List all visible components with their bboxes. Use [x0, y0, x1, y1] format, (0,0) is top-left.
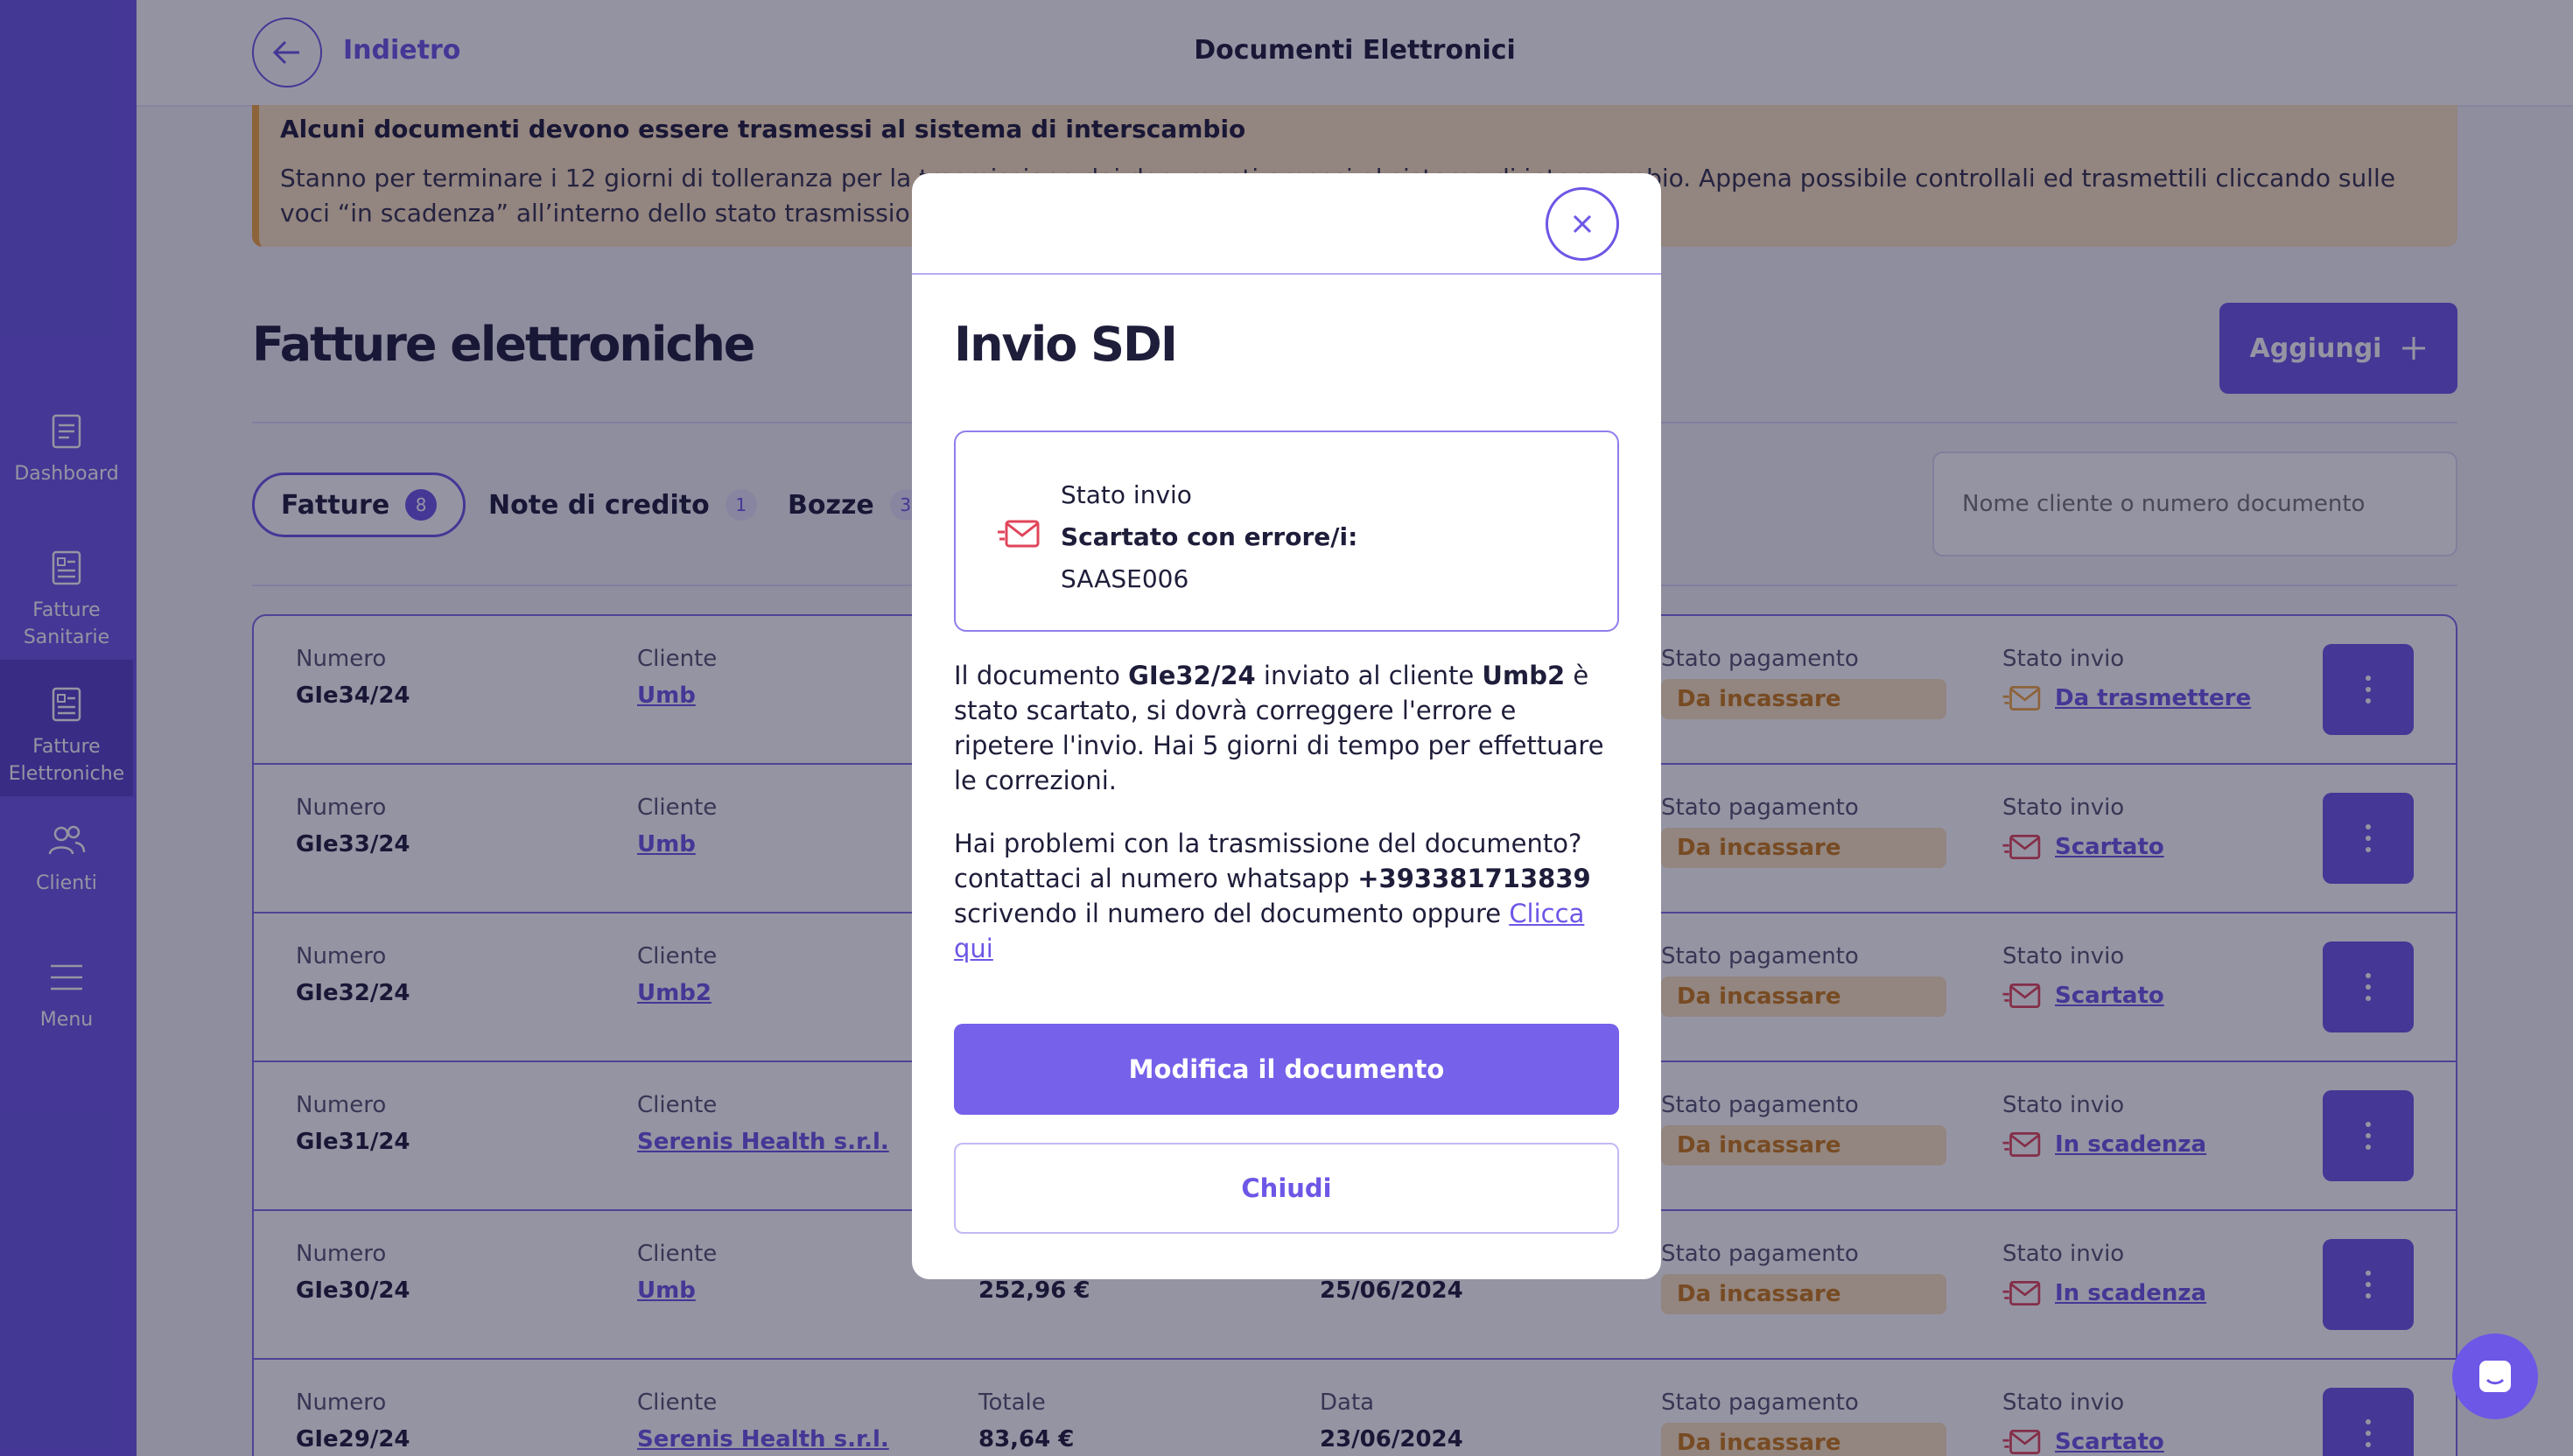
- send-status-value: Scartato con errore/i:: [1061, 522, 1358, 551]
- rejected-mail-icon: [998, 520, 1040, 548]
- close-modal-button[interactable]: Chiudi: [954, 1143, 1619, 1234]
- close-button[interactable]: [1546, 187, 1619, 261]
- close-icon: [1573, 214, 1592, 234]
- error-code: SAASE006: [1061, 564, 1189, 593]
- whatsapp-number: +393381713839: [1357, 864, 1591, 893]
- send-status-label: Stato invio: [1061, 480, 1192, 509]
- send-status-box: Stato invio Scartato con errore/i: SAASE…: [954, 430, 1619, 632]
- invio-sdi-modal: Invio SDI Stato invio Scartato con error…: [912, 173, 1661, 1279]
- modal-header: [912, 173, 1661, 275]
- rejection-message: Il documento GIe32/24 inviato al cliente…: [954, 658, 1619, 798]
- text-segment: Il documento: [954, 661, 1129, 690]
- document-number: GIe32/24: [1128, 661, 1256, 690]
- edit-document-button[interactable]: Modifica il documento: [954, 1024, 1619, 1115]
- send-status-text: Stato invio Scartato con errore/i: SAASE…: [1061, 474, 1357, 600]
- text-segment: inviato al cliente: [1255, 661, 1483, 690]
- chat-icon: [2479, 1361, 2511, 1392]
- modal-title: Invio SDI: [954, 317, 1178, 372]
- support-message: Hai problemi con la trasmissione del doc…: [954, 826, 1619, 966]
- chat-button[interactable]: [2452, 1334, 2538, 1419]
- client-name: Umb2: [1482, 661, 1566, 690]
- text-segment: scrivendo il numero del documento oppure: [954, 899, 1510, 928]
